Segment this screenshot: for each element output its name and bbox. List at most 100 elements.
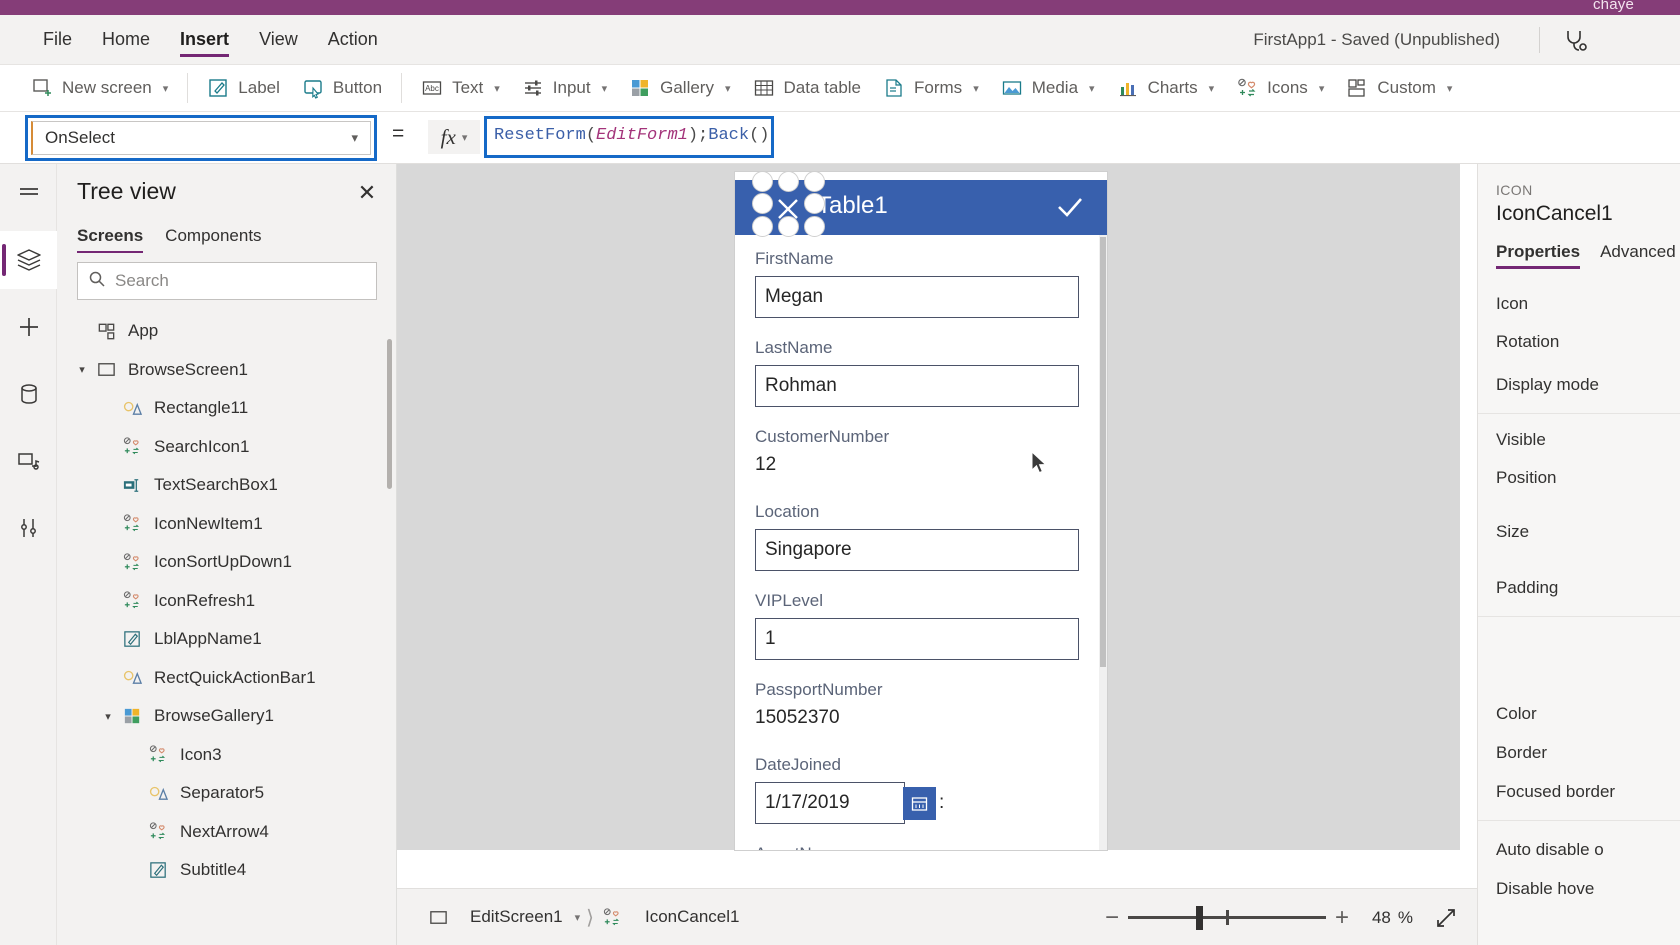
calendar-icon[interactable] [903,786,936,820]
tree-node-iconrefresh1[interactable]: IconRefresh1 [57,582,396,621]
property-row-color[interactable]: Color [1496,704,1537,724]
form-scrollbar[interactable] [1099,235,1107,850]
ribbon-button-charts[interactable]: Charts ▾ [1106,69,1226,107]
properties-tab-advanced[interactable]: Advanced [1600,242,1676,269]
tree-node-browsegallery1[interactable]: ▾ BrowseGallery1 [57,697,396,736]
tree-node-icon3[interactable]: Icon3 [57,736,396,775]
zoom-in-button[interactable]: + [1326,902,1358,934]
selection-handle-mr[interactable] [804,193,825,214]
ribbon-button-gallery[interactable]: Gallery ▾ [618,69,741,107]
hamburger-menu-icon[interactable] [0,164,57,222]
ribbon-button-input[interactable]: Input ▾ [511,69,618,107]
date-input[interactable]: 1/17/2019 [755,782,905,824]
tree-node-nextarrow4[interactable]: NextArrow4 [57,813,396,852]
form-field-input[interactable]: 1 [755,618,1079,660]
fit-screen-icon[interactable] [1429,901,1463,935]
tree-node-separator5[interactable]: Separator5 [57,774,396,813]
selection-handle-tc[interactable] [778,171,799,192]
ribbon-button-button[interactable]: Button [291,69,393,107]
tree-node-browsescreen1[interactable]: ▾ BrowseScreen1 [57,351,396,390]
tree-node-iconsortupdown1[interactable]: IconSortUpDown1 [57,543,396,582]
zoom-slider-thumb[interactable] [1195,905,1203,930]
tree-node-textsearchbox1[interactable]: TextSearchBox1 [57,466,396,505]
tree-tab-screens[interactable]: Screens [77,226,144,253]
icon-control-icon [119,589,145,613]
selection-handle-ml[interactable] [752,193,773,214]
fx-button[interactable]: fx ▾ [428,120,480,154]
chevron-down-icon[interactable]: ▾ [71,363,93,376]
form-field-datejoined: DateJoined 1/17/2019: [735,755,1099,824]
selection-handle-br[interactable] [804,216,825,237]
tree-view-scrollbar[interactable] [387,339,392,489]
ribbon-button-new-screen[interactable]: New screen ▾ [20,69,179,107]
advanced-tools-icon[interactable] [0,499,57,557]
property-row-padding[interactable]: Padding [1496,578,1558,598]
ribbon-button-text[interactable]: Abc Text ▾ [410,69,511,107]
stethoscope-icon[interactable] [1558,24,1592,58]
property-row-border[interactable]: Border [1496,743,1547,763]
menu-item-file[interactable]: File [28,15,87,65]
form-title: Table1 [817,192,888,219]
tree-node-app[interactable]: App [57,312,396,351]
tree-node-rectangle11[interactable]: Rectangle11 [57,389,396,428]
ribbon-button-data-table[interactable]: Data table [742,69,873,107]
menu-bar: File Home Insert View Action FirstApp1 - Sav… [0,15,1680,65]
property-row-rotation[interactable]: Rotation [1496,332,1559,352]
menu-item-view[interactable]: View [244,15,313,65]
tree-node-iconnewitem1[interactable]: IconNewItem1 [57,505,396,544]
selection-handle-bc[interactable] [778,216,799,237]
ribbon-button-forms[interactable]: Forms ▾ [872,69,990,107]
search-input[interactable]: Search [77,262,377,300]
chevron-down-icon[interactable]: ▾ [575,911,581,924]
property-row-display-mode[interactable]: Display mode [1496,375,1599,395]
property-row-visible[interactable]: Visible [1496,430,1546,450]
property-row-focused-border[interactable]: Focused border [1496,782,1615,802]
ribbon-button-media[interactable]: Media ▾ [990,69,1106,107]
formula-input[interactable]: ResetForm(EditForm1);Back() [494,126,769,145]
ribbon-button-label[interactable]: Label [196,69,291,107]
tree-node-searchicon1[interactable]: SearchIcon1 [57,428,396,467]
tree-tab-components[interactable]: Components [165,226,261,253]
menu-item-insert[interactable]: Insert [165,15,244,65]
selection-handle-bl[interactable] [752,216,773,237]
property-selector[interactable]: OnSelect ▾ [31,121,371,155]
ribbon-button-icons[interactable]: Icons ▾ [1225,69,1335,107]
tree-node-subtitle4[interactable]: Subtitle4 [57,851,396,890]
selection-handle-tl[interactable] [752,171,773,192]
chevron-down-icon[interactable]: ▾ [97,710,119,723]
breadcrumb-item-iconcancel1[interactable]: IconCancel1 [600,905,739,929]
form-field-input[interactable]: Megan [755,276,1079,318]
properties-tab-properties[interactable]: Properties [1496,242,1581,269]
ribbon-button-custom[interactable]: Custom ▾ [1335,69,1463,107]
property-row-size[interactable]: Size [1496,522,1529,542]
search-placeholder: Search [115,271,169,290]
form-field-input[interactable]: Singapore [755,529,1079,571]
app-icon [93,319,119,343]
data-sources-icon[interactable] [0,365,57,423]
property-row-disable-hove[interactable]: Disable hove [1496,879,1594,899]
close-icon[interactable]: ✕ [352,178,382,208]
property-row-auto-disable-o[interactable]: Auto disable o [1496,840,1604,860]
property-row-icon[interactable]: Icon [1496,294,1528,314]
menu-item-home[interactable]: Home [87,15,165,65]
selection-handle-tr[interactable] [804,171,825,192]
media-library-icon[interactable] [0,432,57,490]
checkmark-icon[interactable] [1055,194,1085,225]
tree-view-title: Tree view [77,178,176,204]
tree-node-lblappname1[interactable]: LblAppName1 [57,620,396,659]
menu-item-action[interactable]: Action [313,15,393,65]
zoom-out-button[interactable]: − [1096,902,1128,934]
menu-item-label: Home [102,29,151,49]
form-field-lastname: LastName Rohman [735,338,1099,407]
form-scrollbar-thumb[interactable] [1100,237,1106,667]
tree-node-rectquickactionbar1[interactable]: RectQuickActionBar1 [57,659,396,698]
zoom-slider[interactable] [1127,902,1326,934]
insert-plus-icon[interactable] [0,298,57,356]
form-field-input[interactable]: Rohman [755,365,1079,407]
property-row-position[interactable]: Position [1496,468,1556,488]
formula-input-rest[interactable] [777,117,1680,157]
ribbon-separator [187,73,189,103]
breadcrumb-item-editscreen1[interactable]: EditScreen1 ▾ [425,905,580,929]
tree-view-layers-icon[interactable] [0,231,57,289]
form-field-datepicker[interactable]: 1/17/2019: [755,782,1079,824]
